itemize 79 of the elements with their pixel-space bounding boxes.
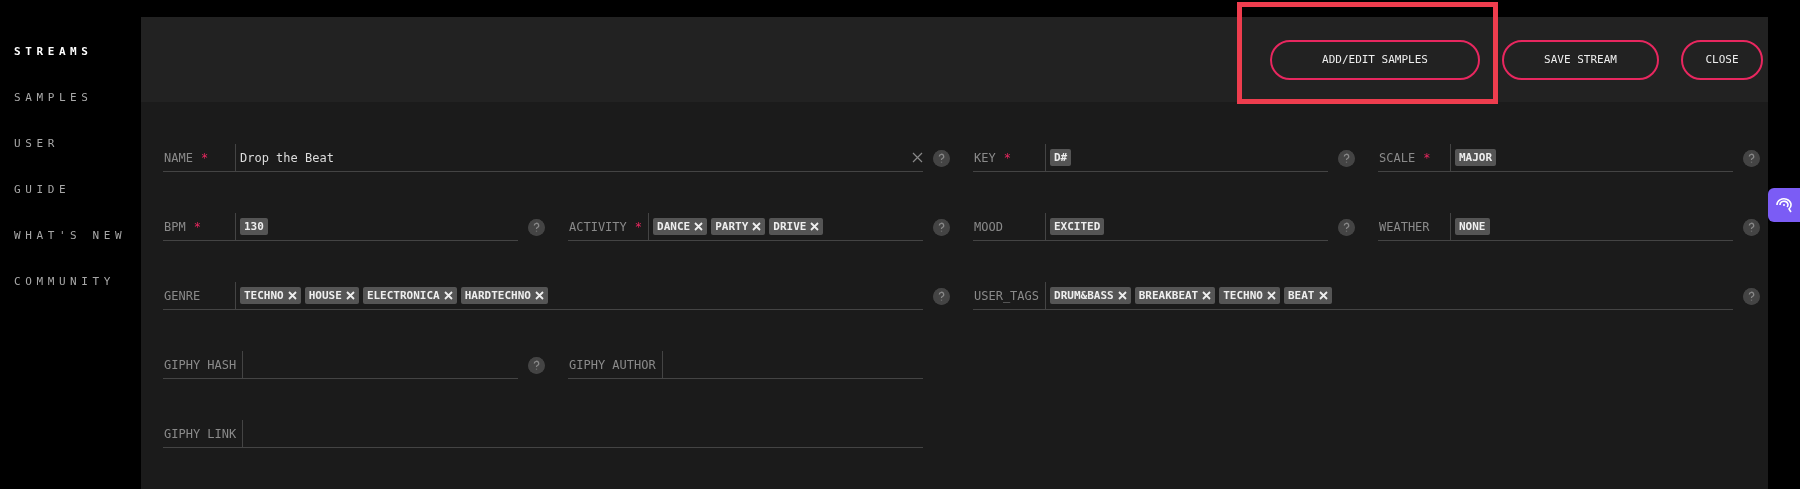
value-chip: D#	[1050, 149, 1072, 166]
help-icon[interactable]	[1743, 149, 1760, 167]
tag-chip[interactable]: TECHNO	[1219, 287, 1280, 304]
field-label: NAME	[164, 150, 193, 165]
remove-icon[interactable]	[694, 222, 704, 231]
tag-chip[interactable]: DRUM&BASS	[1050, 287, 1131, 304]
sidebar-item[interactable]: GUIDE	[0, 182, 141, 198]
clear-icon[interactable]	[912, 152, 923, 163]
required-mark: *	[634, 219, 643, 234]
sidebar-item[interactable]: SAMPLES	[0, 90, 141, 106]
help-icon[interactable]	[1338, 218, 1355, 236]
remove-icon[interactable]	[1202, 291, 1212, 300]
remove-icon[interactable]	[752, 222, 762, 231]
form-field[interactable]: BPM * 130	[163, 213, 518, 241]
field-label: ACTIVITY	[569, 219, 627, 234]
field-label: WEATHER	[1379, 219, 1430, 234]
tag-chip[interactable]: DRIVE	[769, 218, 824, 235]
tag-chip[interactable]: TECHNO	[240, 287, 301, 304]
value-chip: MAJOR	[1455, 149, 1497, 166]
remove-icon[interactable]	[345, 291, 355, 300]
value-chip: NONE	[1455, 218, 1490, 235]
help-icon[interactable]	[1338, 149, 1355, 167]
form-field[interactable]: ACTIVITY * DANCE PARTY DRIVE	[568, 213, 923, 241]
field-label: MOOD	[974, 219, 1003, 234]
help-icon[interactable]	[528, 356, 545, 374]
form-field[interactable]: NAME * Drop the Beat	[163, 144, 923, 172]
remove-icon[interactable]	[443, 291, 453, 300]
form-field[interactable]: GIPHY LINK	[163, 420, 923, 448]
remove-icon[interactable]	[534, 291, 544, 300]
required-mark: *	[1423, 150, 1431, 165]
sidebar-item[interactable]: COMMUNITY	[0, 274, 141, 290]
required-mark: *	[1003, 150, 1011, 165]
help-icon[interactable]	[933, 149, 950, 167]
field-label: GIPHY HASH	[164, 357, 237, 372]
form-field[interactable]: MOOD EXCITED	[973, 213, 1328, 241]
field-label: BPM	[164, 219, 186, 234]
field-value: Drop the Beat	[240, 150, 335, 165]
remove-icon[interactable]	[1267, 291, 1276, 300]
header-button[interactable]: ADD/EDIT SAMPLES	[1270, 39, 1480, 80]
field-label: GIPHY AUTHOR	[569, 357, 656, 372]
value-chip: 130	[240, 218, 268, 235]
tag-chip[interactable]: BEAT	[1284, 287, 1332, 304]
tag-chip[interactable]: HOUSE	[304, 287, 359, 304]
assistant-button[interactable]	[1768, 188, 1800, 222]
help-icon[interactable]	[933, 287, 950, 305]
remove-icon[interactable]	[810, 222, 820, 231]
header-button[interactable]: CLOSE	[1681, 39, 1763, 80]
help-icon[interactable]	[1743, 218, 1760, 236]
field-label: SCALE	[1379, 150, 1416, 165]
sidebar-item[interactable]: WHAT'S NEW	[0, 228, 141, 244]
form-field[interactable]: GENRE TECHNO HOUSE ELECTRONICA HARDTECHNO	[163, 282, 923, 310]
remove-icon[interactable]	[287, 291, 297, 300]
form-field[interactable]: SCALE * MAJOR	[1378, 144, 1733, 172]
help-icon[interactable]	[528, 218, 545, 236]
field-label: GENRE	[164, 288, 201, 303]
help-icon[interactable]	[933, 218, 950, 236]
field-label: GIPHY LINK	[164, 426, 237, 441]
header-button[interactable]: SAVE STREAM	[1502, 39, 1659, 80]
tag-chip[interactable]: PARTY	[711, 218, 766, 235]
tag-chip[interactable]: BREAKBEAT	[1134, 287, 1216, 304]
form-field[interactable]: WEATHER NONE	[1378, 213, 1733, 241]
form-field[interactable]: GIPHY AUTHOR	[568, 351, 923, 379]
brain-icon	[1774, 196, 1794, 214]
help-icon[interactable]	[1743, 287, 1760, 305]
tag-chip[interactable]: DANCE	[653, 218, 708, 235]
field-label: KEY	[974, 150, 996, 165]
tag-chip[interactable]: ELECTRONICA	[362, 287, 457, 304]
required-mark: *	[193, 219, 201, 234]
remove-icon[interactable]	[1318, 291, 1328, 300]
sidebar-item[interactable]: USER	[0, 136, 141, 152]
field-label: USER_TAGS	[974, 288, 1040, 303]
form-field[interactable]: GIPHY HASH	[163, 351, 518, 379]
tag-chip[interactable]: HARDTECHNO	[460, 287, 548, 304]
value-chip: EXCITED	[1050, 218, 1105, 235]
sidebar-item[interactable]: STREAMS	[0, 44, 141, 60]
form-field[interactable]: USER_TAGS DRUM&BASS BREAKBEAT TECHNO BEAT	[973, 282, 1733, 310]
form-field[interactable]: KEY * D#	[973, 144, 1328, 172]
required-mark: *	[200, 150, 209, 165]
remove-icon[interactable]	[1117, 291, 1127, 300]
